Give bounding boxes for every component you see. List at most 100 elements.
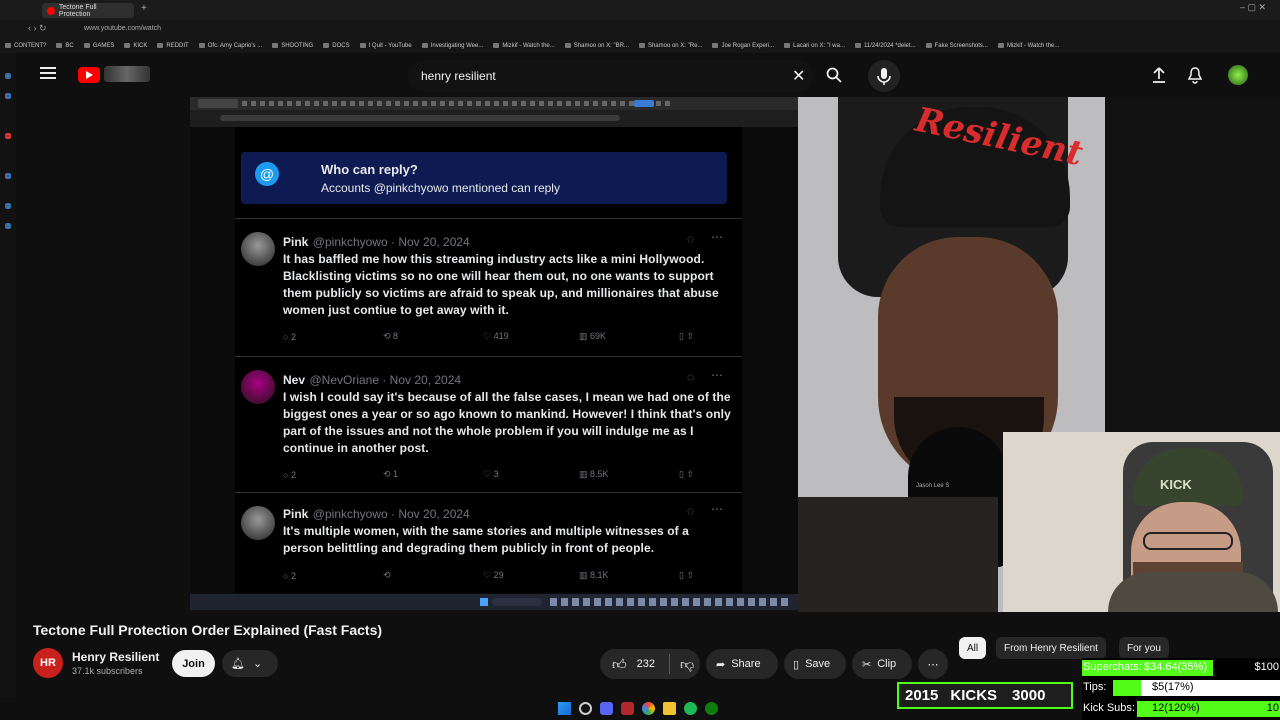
bookmark-icon	[5, 43, 11, 48]
bookmark-share-icons: ▯ ⇧	[679, 469, 694, 479]
app-icon[interactable]	[621, 702, 634, 715]
bookmark-item[interactable]: REDDIT	[152, 43, 193, 49]
bookmark-item[interactable]: Mizkif - Watch the...	[993, 43, 1064, 49]
more-actions-button[interactable]: ⋯	[918, 649, 948, 679]
bookmark-label: CONTENT?	[14, 42, 47, 49]
captured-browser-tabs	[190, 97, 798, 110]
bookmark-label: I Quit - YouTube	[368, 42, 412, 49]
clip-label: Clip	[877, 658, 897, 670]
bookmark-item[interactable]: SHOOTING	[267, 43, 318, 49]
bookmark-label: Joe Rogan Experi...	[721, 42, 775, 49]
new-tab-icon[interactable]: +	[141, 3, 147, 14]
rail-icon[interactable]	[5, 73, 11, 79]
browser-side-rail	[0, 53, 16, 720]
bookmark-item[interactable]: Shamoo on X: "Re...	[634, 43, 708, 49]
tweet-handle-date: @NevOriane · Nov 20, 2024	[309, 373, 462, 387]
clear-search-icon[interactable]: ✕	[792, 66, 805, 86]
taskbar-search-icon[interactable]	[579, 702, 592, 715]
more-options-icon: ⋯	[711, 230, 723, 244]
tweet-author-name: Nev	[283, 373, 306, 387]
spotify-icon[interactable]	[684, 702, 697, 715]
bookmark-item[interactable]: Lacari on X: "I wa...	[779, 43, 850, 49]
tweet-handle-date: @pinkchyowo · Nov 20, 2024	[312, 507, 470, 521]
search-query-text[interactable]: henry resilient	[421, 69, 496, 83]
bookmark-item[interactable]: 11/24/2024 *delet...	[850, 43, 921, 49]
bookmark-label: REDDIT	[166, 42, 189, 49]
nav-arrows-icon[interactable]: ‹ › ↻	[28, 23, 47, 34]
bookmark-item[interactable]: BC	[51, 43, 78, 49]
kicks-goal: 3000	[1012, 687, 1046, 704]
url-text[interactable]: www.youtube.com/watch	[84, 25, 161, 32]
bookmark-icon	[925, 43, 932, 48]
rail-icon[interactable]	[5, 203, 11, 209]
mic-label-text: Jason Lee S	[916, 483, 950, 489]
reply-box-title: Who can reply?	[321, 162, 418, 177]
chip-from-channel[interactable]: From Henry Resilient	[996, 637, 1106, 659]
bookmark-item[interactable]: KICK	[119, 43, 152, 49]
bookmark-label: Ofc. Amy Caprio's ...	[207, 42, 263, 49]
bookmark-icon	[83, 43, 90, 48]
channel-doodle-icon[interactable]	[104, 66, 150, 82]
search-icon[interactable]	[826, 67, 842, 83]
chip-for-you[interactable]: For you	[1119, 637, 1169, 659]
tab-title: Tectone Full Protection	[58, 3, 97, 18]
bookmark-label: 11/24/2024 *delet...	[863, 42, 916, 49]
browser-tab-active[interactable]: Tectone Full Protection	[42, 3, 134, 18]
tweet-2: Nev @NevOriane · Nov 20, 2024 ◌ ⋯ I wish…	[235, 358, 742, 493]
rail-icon[interactable]	[5, 133, 11, 139]
save-button[interactable]: ▯ Save	[784, 649, 846, 679]
subscribe-notifications-button[interactable]: 🔔︎ ⌄	[222, 650, 278, 677]
bookmark-label: Lacari on X: "I wa...	[793, 42, 845, 49]
windows-start-icon[interactable]	[558, 702, 571, 715]
reply-count: 2	[290, 331, 296, 342]
upload-icon[interactable]	[1150, 66, 1168, 84]
chip-all[interactable]: All	[959, 637, 987, 659]
bookmark-label: Shamoo on X: "Re...	[647, 42, 703, 49]
like-count[interactable]: 232	[637, 658, 655, 670]
more-options-icon: ⋯	[711, 502, 723, 516]
clip-button[interactable]: ✂ Clip	[852, 649, 912, 679]
bookmark-item[interactable]: Fake Screenshots...	[921, 43, 993, 49]
bookmark-item[interactable]: Shamoo on X: "BR...	[560, 43, 634, 49]
file-explorer-icon[interactable]	[663, 702, 676, 715]
bookmark-icon	[56, 43, 63, 48]
bookmark-item[interactable]: Mizkif - Watch the...	[488, 43, 559, 49]
search-input[interactable]: henry resilient	[408, 60, 813, 92]
menu-icon[interactable]	[40, 67, 56, 79]
bookmark-share-icons: ▯ ⇧	[679, 570, 694, 580]
bookmark-item[interactable]: CONTENT?	[0, 43, 51, 49]
bookmark-item[interactable]: I Quit - YouTube	[355, 43, 417, 49]
xbox-icon[interactable]	[705, 702, 718, 715]
rail-icon[interactable]	[5, 173, 11, 179]
voice-search-button[interactable]	[868, 60, 900, 92]
share-button[interactable]: ➦ Share	[706, 649, 778, 679]
rail-icon[interactable]	[5, 93, 11, 99]
window-controls-icon[interactable]: – ▢ ✕	[1240, 2, 1266, 13]
tweet-actions: ○ 2 ⟲ 8 ♡ 419 ▥ 69K ▯ ⇧	[283, 331, 694, 342]
channel-name[interactable]: Henry Resilient	[72, 650, 159, 664]
bookmark-icon	[493, 43, 500, 48]
account-avatar[interactable]	[1228, 65, 1248, 85]
join-button[interactable]: Join	[172, 650, 215, 677]
channel-avatar[interactable]: HR	[33, 648, 63, 678]
notifications-bell-icon[interactable]	[1186, 66, 1204, 84]
bookmark-item[interactable]: DOCS	[318, 43, 354, 49]
bookmark-item[interactable]: Ofc. Amy Caprio's ...	[194, 43, 268, 49]
discord-icon[interactable]	[600, 702, 613, 715]
dislike-icon[interactable]: 👎︎	[680, 656, 694, 673]
tweet-author-name: Pink	[283, 235, 309, 249]
youtube-logo-icon[interactable]	[78, 67, 100, 83]
subscriber-count: 37.1k subscribers	[72, 666, 143, 676]
address-bar[interactable]: ‹ › ↻ www.youtube.com/watch	[0, 20, 1280, 38]
tips-value: $5(17%)	[1152, 681, 1194, 693]
rail-icon[interactable]	[5, 223, 11, 229]
bookmark-label: Fake Screenshots...	[934, 42, 988, 49]
more-options-icon: ⋯	[711, 368, 723, 382]
bookmark-item[interactable]: Joe Rogan Experi...	[707, 43, 779, 49]
superchats-value: $34.64(35%)	[1144, 661, 1207, 673]
chrome-icon[interactable]	[642, 702, 655, 715]
like-icon[interactable]: 👍︎	[612, 656, 627, 673]
bookmark-item[interactable]: GAMES	[79, 43, 120, 49]
bookmark-icon	[997, 43, 1004, 48]
bookmark-item[interactable]: Investigating Wee...	[417, 43, 489, 49]
